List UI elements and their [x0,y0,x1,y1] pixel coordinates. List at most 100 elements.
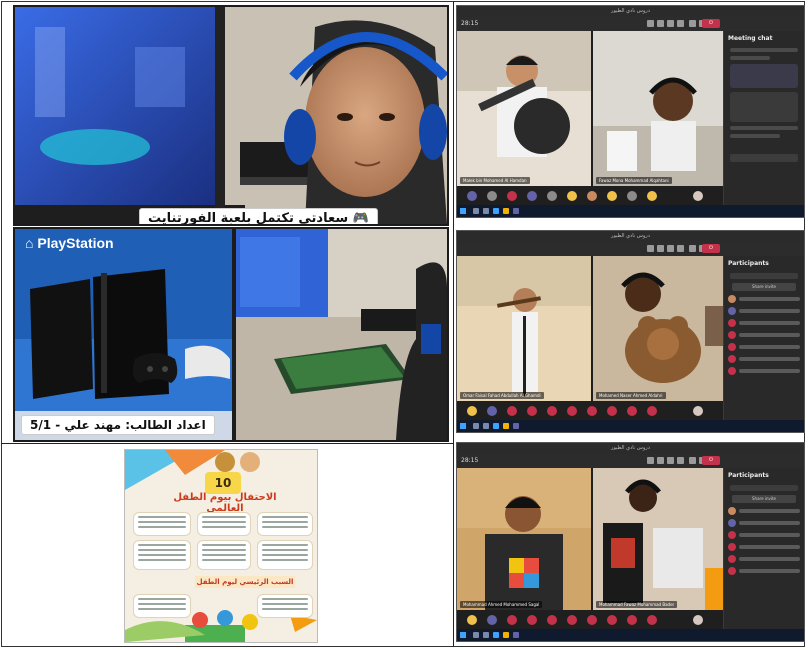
poster-info-box [133,512,191,536]
taskbar-icon[interactable] [493,208,499,214]
taskbar-icon[interactable] [493,632,499,638]
video-tile: Malek bin Mohamed Al Hamdan [457,31,591,186]
reaction-button[interactable] [487,615,497,625]
react-icon[interactable] [667,245,674,252]
reaction-button[interactable] [587,191,597,201]
participants-title: Participants [728,260,769,267]
reaction-button[interactable] [607,191,617,201]
participant-row[interactable] [728,295,800,303]
share-invite-button[interactable]: Share invite [732,495,796,503]
reaction-button[interactable] [547,191,557,201]
reaction-button[interactable] [627,191,637,201]
more-icon[interactable] [677,20,684,27]
reaction-button[interactable] [693,615,703,625]
reaction-button[interactable] [527,615,537,625]
reaction-button[interactable] [487,191,497,201]
leave-button[interactable]: ⏻ [702,456,720,465]
leave-button[interactable]: ⏻ [702,244,720,253]
taskbar-icon[interactable] [473,208,479,214]
reaction-button[interactable] [587,615,597,625]
participant-row[interactable] [728,555,800,563]
taskbar-icon[interactable] [493,423,499,429]
teams-title-bar: دروس نادي الطيور [457,443,804,454]
reaction-button[interactable] [607,406,617,416]
start-icon[interactable] [460,423,466,429]
participant-row[interactable] [728,367,800,375]
camera-icon[interactable] [689,245,696,252]
reaction-button[interactable] [467,406,477,416]
author-caption: اعداد الطالب: مهند علي - 5/1 [21,415,215,435]
reaction-button[interactable] [607,615,617,625]
reaction-button[interactable] [647,615,657,625]
reaction-button[interactable] [567,406,577,416]
share-invite-button[interactable]: Share invite [732,283,796,291]
taskbar-icon[interactable] [483,632,489,638]
camera-icon[interactable] [689,20,696,27]
more-icon[interactable] [677,245,684,252]
participant-row[interactable] [728,343,800,351]
reaction-button[interactable] [693,191,703,201]
participant-search[interactable] [730,485,798,491]
participants-icon[interactable] [647,20,654,27]
participant-row[interactable] [728,567,800,575]
reaction-button[interactable] [507,615,517,625]
chat-icon[interactable] [657,245,664,252]
teams-taskbar-icon[interactable] [513,423,519,429]
taskbar-icon[interactable] [503,423,509,429]
participant-row[interactable] [728,519,800,527]
reaction-button[interactable] [567,191,577,201]
participant-row[interactable] [728,531,800,539]
reaction-tray [457,186,723,206]
poster-info-box [257,512,313,536]
participant-row[interactable] [728,331,800,339]
participant-row[interactable] [728,319,800,327]
reaction-button[interactable] [527,191,537,201]
taskbar-icon[interactable] [483,423,489,429]
taskbar-icon[interactable] [473,632,479,638]
participant-search[interactable] [730,273,798,279]
reaction-button[interactable] [547,615,557,625]
react-icon[interactable] [667,457,674,464]
reaction-button[interactable] [647,406,657,416]
taskbar-icon[interactable] [473,423,479,429]
chat-icon[interactable] [657,20,664,27]
video-grid: Omar Faisal Fahad Abdullah Al Ghamdi Moh… [457,256,725,401]
reaction-button[interactable] [467,191,477,201]
participants-title: Participants [728,472,769,479]
reaction-button[interactable] [547,406,557,416]
teams-toolbar: 28:15 ⏻ [457,17,804,31]
camera-icon[interactable] [689,457,696,464]
taskbar-icon[interactable] [483,208,489,214]
reaction-button[interactable] [693,406,703,416]
meeting-chat-title: Meeting chat [728,35,773,42]
teams-taskbar-icon[interactable] [513,632,519,638]
chat-icon[interactable] [657,457,664,464]
reaction-button[interactable] [627,615,637,625]
reaction-button[interactable] [507,406,517,416]
react-icon[interactable] [667,20,674,27]
participants-icon[interactable] [647,457,654,464]
teams-window-3: دروس نادي الطيور 28:15 ⏻ Mohammad Ahmed … [456,442,805,642]
taskbar-icon[interactable] [503,632,509,638]
participant-row[interactable] [728,307,800,315]
participants-icon[interactable] [647,245,654,252]
reaction-button[interactable] [627,406,637,416]
leave-button[interactable]: ⏻ [702,19,720,28]
more-icon[interactable] [677,457,684,464]
reaction-button[interactable] [527,406,537,416]
participant-row[interactable] [728,507,800,515]
start-icon[interactable] [460,632,466,638]
teams-taskbar-icon[interactable] [513,208,519,214]
chat-input[interactable] [730,154,798,162]
reaction-button[interactable] [587,406,597,416]
participant-row[interactable] [728,355,800,363]
taskbar-icon[interactable] [503,208,509,214]
reaction-button[interactable] [507,191,517,201]
participant-row[interactable] [728,543,800,551]
start-icon[interactable] [460,208,466,214]
gaming-photo-illustration [15,7,447,224]
reaction-button[interactable] [647,191,657,201]
reaction-button[interactable] [567,615,577,625]
reaction-button[interactable] [487,406,497,416]
reaction-button[interactable] [467,615,477,625]
